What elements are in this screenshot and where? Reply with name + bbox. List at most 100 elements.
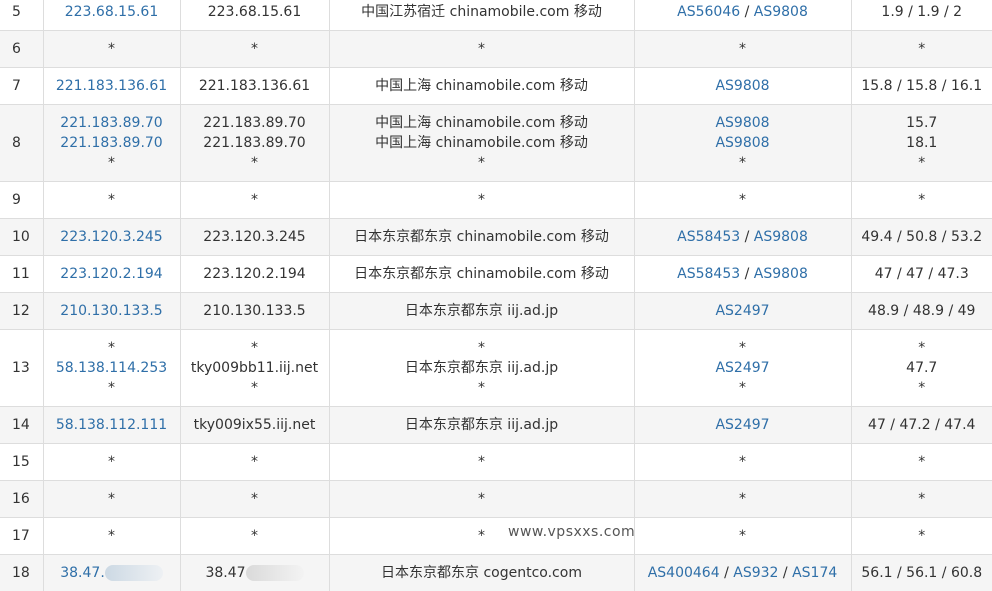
cell-as: * xyxy=(634,31,851,68)
asn-link[interactable]: AS58453 xyxy=(677,266,740,282)
loc-line: 日本东京都东京 iij.ad.jp xyxy=(330,415,634,435)
loc-line: * xyxy=(330,489,634,509)
loc-line: 中国上海 chinamobile.com 移动 xyxy=(330,113,634,133)
ip-line: * xyxy=(44,190,180,210)
loc-line: 中国江苏宿迁 chinamobile.com 移动 xyxy=(330,2,634,22)
as-separator: / xyxy=(740,4,754,20)
cell-host: 221.183.136.61 xyxy=(180,68,329,105)
redaction-blur xyxy=(105,565,163,581)
ip-link[interactable]: 58.138.114.253 xyxy=(56,360,167,376)
ip-link[interactable]: 221.183.89.70 xyxy=(60,135,162,151)
asn-link[interactable]: AS2497 xyxy=(715,360,769,376)
host-line: * xyxy=(181,452,329,472)
hop-row: 1838.47.38.47日本东京都东京 cogentco.comAS40046… xyxy=(0,555,992,591)
ip-line: * xyxy=(44,452,180,472)
host-line: tky009ix55.iij.net xyxy=(181,415,329,435)
loc-line: * xyxy=(330,153,634,173)
loc-line: * xyxy=(330,39,634,59)
ip-line: 38.47. xyxy=(44,563,180,583)
as-line: AS58453 / AS9808 xyxy=(635,264,851,284)
host-line: 221.183.89.70 xyxy=(181,113,329,133)
as-line: * xyxy=(635,378,851,398)
hop-row: 11223.120.2.194223.120.2.194日本东京都东京 chin… xyxy=(0,256,992,293)
cell-as: AS58453 / AS9808 xyxy=(634,219,851,256)
cell-rtt: * xyxy=(851,182,992,219)
rtt-line: * xyxy=(852,489,992,509)
host-line: * xyxy=(181,489,329,509)
cell-host: * xyxy=(180,518,329,555)
ip-link[interactable]: 58.138.112.111 xyxy=(56,417,167,433)
asn-link[interactable]: AS9808 xyxy=(715,78,769,94)
hop-number: 18 xyxy=(0,555,43,591)
cell-ip: *58.138.114.253* xyxy=(43,330,180,407)
rtt-line: 15.8 / 15.8 / 16.1 xyxy=(852,76,992,96)
hop-row: 7221.183.136.61221.183.136.61中国上海 chinam… xyxy=(0,68,992,105)
asn-link[interactable]: AS174 xyxy=(792,565,837,581)
asn-link[interactable]: AS932 xyxy=(733,565,778,581)
as-separator: / xyxy=(740,266,754,282)
as-line: * xyxy=(635,338,851,358)
loc-line: * xyxy=(330,452,634,472)
asn-link[interactable]: AS56046 xyxy=(677,4,740,20)
loc-line: 日本东京都东京 chinamobile.com 移动 xyxy=(330,264,634,284)
host-line: 221.183.136.61 xyxy=(181,76,329,96)
host-line: 38.47 xyxy=(181,563,329,583)
cell-host: 210.130.133.5 xyxy=(180,293,329,330)
hop-row: 17***** xyxy=(0,518,992,555)
hop-row: 16***** xyxy=(0,481,992,518)
hop-row: 6***** xyxy=(0,31,992,68)
ip-link[interactable]: 210.130.133.5 xyxy=(60,303,162,319)
cell-ip: 210.130.133.5 xyxy=(43,293,180,330)
asn-link[interactable]: AS400464 xyxy=(648,565,720,581)
ip-line: 223.68.15.61 xyxy=(44,2,180,22)
cell-host: * xyxy=(180,444,329,481)
as-line: AS9808 xyxy=(635,76,851,96)
rtt-line: * xyxy=(852,190,992,210)
asn-link[interactable]: AS9808 xyxy=(754,266,808,282)
hop-row: 12210.130.133.5210.130.133.5日本东京都东京 iij.… xyxy=(0,293,992,330)
loc-line: * xyxy=(330,378,634,398)
cell-ip: * xyxy=(43,518,180,555)
host-line: * xyxy=(181,153,329,173)
ip-link[interactable]: 221.183.136.61 xyxy=(56,78,167,94)
hop-number: 10 xyxy=(0,219,43,256)
rtt-line: 48.9 / 48.9 / 49 xyxy=(852,301,992,321)
as-line: * xyxy=(635,153,851,173)
asn-link[interactable]: AS2497 xyxy=(715,417,769,433)
ip-line: * xyxy=(44,39,180,59)
ip-line: * xyxy=(44,338,180,358)
ip-link[interactable]: 223.120.3.245 xyxy=(60,229,162,245)
asn-link[interactable]: AS9808 xyxy=(715,115,769,131)
cell-rtt: * xyxy=(851,31,992,68)
hop-number: 16 xyxy=(0,481,43,518)
host-line: 223.120.3.245 xyxy=(181,227,329,247)
cell-loc: *日本东京都东京 iij.ad.jp* xyxy=(329,330,634,407)
ip-link[interactable]: 223.68.15.61 xyxy=(65,4,159,20)
hop-number: 17 xyxy=(0,518,43,555)
asn-link[interactable]: AS9808 xyxy=(754,229,808,245)
hop-number: 11 xyxy=(0,256,43,293)
ip-link[interactable]: 38.47. xyxy=(60,565,105,581)
asn-link[interactable]: AS58453 xyxy=(677,229,740,245)
cell-as: * xyxy=(634,481,851,518)
cell-loc: 日本东京都东京 chinamobile.com 移动 xyxy=(329,256,634,293)
cell-loc: 中国江苏宿迁 chinamobile.com 移动 xyxy=(329,0,634,31)
ip-line: 221.183.89.70 xyxy=(44,113,180,133)
as-line: AS2497 xyxy=(635,301,851,321)
ip-link[interactable]: 223.120.2.194 xyxy=(60,266,162,282)
ip-link[interactable]: 221.183.89.70 xyxy=(60,115,162,131)
cell-host: * xyxy=(180,481,329,518)
cell-rtt: 1.9 / 1.9 / 2 xyxy=(851,0,992,31)
cell-as: AS400464 / AS932 / AS174 xyxy=(634,555,851,591)
ip-line: 58.138.114.253 xyxy=(44,358,180,378)
hop-number: 5 xyxy=(0,0,43,31)
as-line: * xyxy=(635,190,851,210)
cell-host: 223.120.2.194 xyxy=(180,256,329,293)
asn-link[interactable]: AS9808 xyxy=(754,4,808,20)
cell-rtt: 15.8 / 15.8 / 16.1 xyxy=(851,68,992,105)
cell-loc: * xyxy=(329,444,634,481)
cell-host: * xyxy=(180,31,329,68)
asn-link[interactable]: AS2497 xyxy=(715,303,769,319)
cell-as: AS9808 AS9808 * xyxy=(634,105,851,182)
asn-link[interactable]: AS9808 xyxy=(715,135,769,151)
